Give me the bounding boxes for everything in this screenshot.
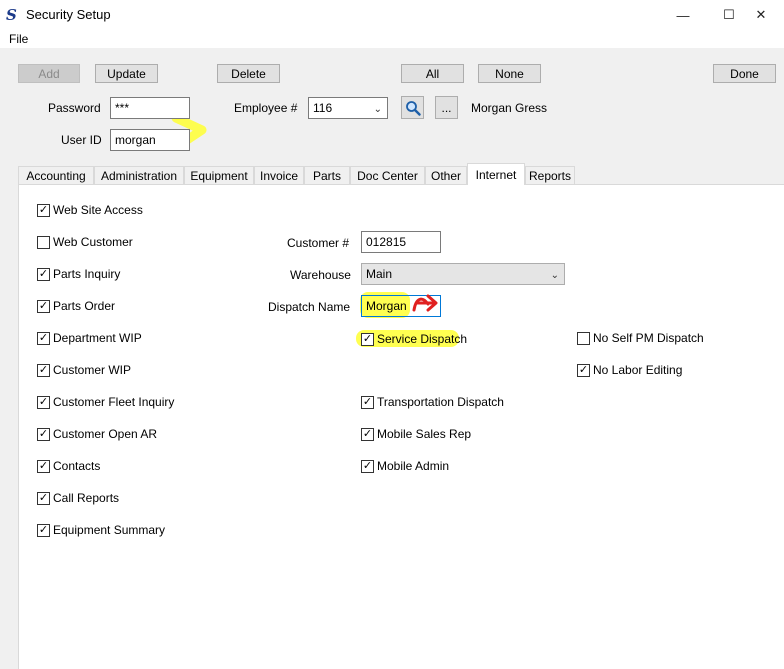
delete-button[interactable]: Delete <box>217 64 280 83</box>
dispatch-name-label: Dispatch Name <box>268 300 351 314</box>
add-button[interactable]: Add <box>18 64 80 83</box>
minimize-button[interactable]: — <box>660 0 706 30</box>
dispatch-permission-checkbox[interactable]: ✓ <box>361 396 374 409</box>
chevron-down-icon: ⌄ <box>550 270 559 281</box>
password-field[interactable]: *** <box>110 97 190 119</box>
menu-file[interactable]: File <box>9 32 28 46</box>
left-permission-checkbox-label: Call Reports <box>53 491 120 505</box>
left-permission-checkbox[interactable] <box>37 236 50 249</box>
option-permission-checkbox-label: No Self PM Dispatch <box>593 331 704 345</box>
password-label: Password <box>48 101 101 115</box>
left-permission-checkbox[interactable]: ✓ <box>37 524 50 537</box>
warehouse-select[interactable]: Main ⌄ <box>361 263 565 285</box>
left-permission-checkbox-label: Web Site Access <box>53 203 143 217</box>
left-permission-checkbox-label: Customer Open AR <box>53 427 158 441</box>
employee-search-button[interactable] <box>401 96 424 119</box>
customer-number-label: Customer # <box>287 236 350 250</box>
done-button[interactable]: Done <box>713 64 776 83</box>
warehouse-value: Main <box>366 267 393 281</box>
left-permission-checkbox[interactable]: ✓ <box>37 300 50 313</box>
left-permission-checkbox[interactable]: ✓ <box>37 396 50 409</box>
customer-number-field[interactable]: 012815 <box>361 231 441 253</box>
window-title: Security Setup <box>26 7 111 22</box>
left-permission-checkbox[interactable]: ✓ <box>37 332 50 345</box>
left-permission-checkbox-label: Parts Order <box>53 299 116 313</box>
tab-doc-center[interactable]: Doc Center <box>350 166 425 184</box>
left-permission-checkbox[interactable]: ✓ <box>37 204 50 217</box>
employee-name: Morgan Gress <box>471 101 548 115</box>
menu-bar: File <box>0 30 784 48</box>
all-button[interactable]: All <box>401 64 464 83</box>
left-permission-checkbox[interactable]: ✓ <box>37 268 50 281</box>
dispatch-permission-checkbox-label: Mobile Admin <box>377 459 450 473</box>
dispatch-permission-checkbox[interactable]: ✓ <box>361 333 374 346</box>
tab-equipment[interactable]: Equipment <box>184 166 254 184</box>
update-button[interactable]: Update <box>95 64 158 83</box>
left-permission-checkbox-label: Equipment Summary <box>53 523 166 537</box>
tab-parts[interactable]: Parts <box>304 166 350 184</box>
search-icon <box>405 100 421 116</box>
employee-label: Employee # <box>234 101 298 115</box>
left-permission-checkbox-label: Contacts <box>53 459 101 473</box>
left-permission-checkbox[interactable]: ✓ <box>37 428 50 441</box>
tab-administration[interactable]: Administration <box>94 166 184 184</box>
option-permission-checkbox[interactable]: ✓ <box>577 364 590 377</box>
title-bar: S Security Setup — ☐ ✕ <box>0 0 784 30</box>
left-permission-checkbox[interactable]: ✓ <box>37 492 50 505</box>
option-permission-checkbox-label: No Labor Editing <box>593 363 683 377</box>
none-button[interactable]: None <box>478 64 541 83</box>
left-permission-checkbox-label: Customer Fleet Inquiry <box>53 395 175 409</box>
tab-internet[interactable]: Internet <box>467 163 525 185</box>
dispatch-permission-checkbox-label: Service Dispatch <box>377 332 468 346</box>
tab-other[interactable]: Other <box>425 166 467 184</box>
left-permission-checkbox-label: Customer WIP <box>53 363 132 377</box>
dispatch-permission-checkbox[interactable]: ✓ <box>361 460 374 473</box>
left-permission-checkbox[interactable]: ✓ <box>37 364 50 377</box>
tab-invoice[interactable]: Invoice <box>254 166 304 184</box>
left-permission-checkbox[interactable]: ✓ <box>37 460 50 473</box>
tab-reports[interactable]: Reports <box>525 166 575 184</box>
option-permission-checkbox[interactable] <box>577 332 590 345</box>
employee-more-button[interactable]: ... <box>435 96 458 119</box>
left-permission-checkbox-label: Department WIP <box>53 331 142 345</box>
chevron-down-icon: ⌄ <box>373 104 382 115</box>
warehouse-label: Warehouse <box>290 268 351 282</box>
close-button[interactable]: ✕ <box>738 0 784 30</box>
annotation-arrow-icon <box>412 294 438 312</box>
left-permission-checkbox-label: Parts Inquiry <box>53 267 121 281</box>
dispatch-permission-checkbox-label: Mobile Sales Rep <box>377 427 472 441</box>
employee-value: 116 <box>313 101 333 115</box>
dispatch-permission-checkbox[interactable]: ✓ <box>361 428 374 441</box>
userid-field[interactable]: morgan <box>110 129 190 151</box>
dispatch-permission-checkbox-label: Transportation Dispatch <box>377 395 504 409</box>
userid-label: User ID <box>61 133 102 147</box>
tab-accounting[interactable]: Accounting <box>18 166 94 184</box>
left-permission-checkbox-label: Web Customer <box>53 235 133 249</box>
employee-select[interactable]: 116 ⌄ <box>308 97 388 119</box>
app-logo-icon: S <box>6 6 17 24</box>
